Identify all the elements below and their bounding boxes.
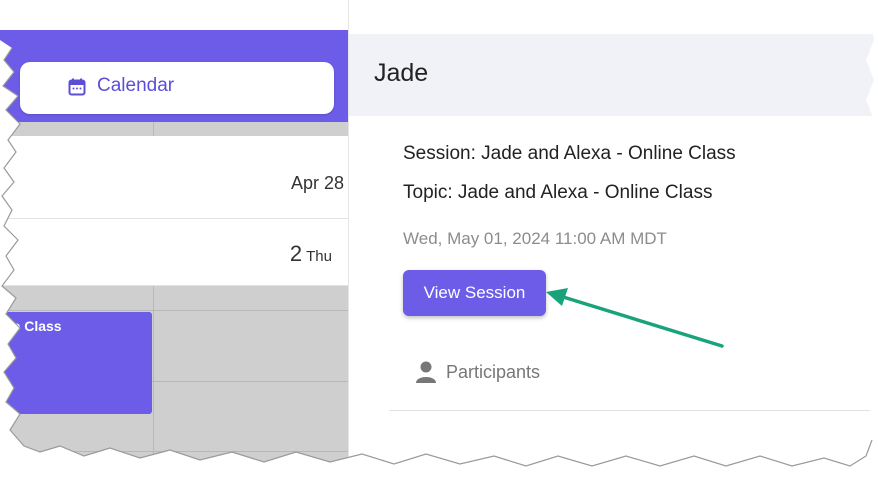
day-name: Thu bbox=[306, 248, 332, 265]
annotation-arrow bbox=[546, 288, 724, 348]
calendar-header-strip bbox=[0, 122, 348, 136]
divider bbox=[389, 410, 878, 411]
participants-label: Participants bbox=[446, 361, 541, 382]
week-label: Apr 28 bbox=[290, 173, 344, 193]
calendar-day-header[interactable]: 2 Thu bbox=[0, 219, 348, 286]
session-panel: Jade Session: Jade and Alexa - Online Cl… bbox=[348, 0, 878, 477]
session-panel-header: Jade bbox=[349, 34, 878, 116]
event-label: ne Class bbox=[4, 318, 62, 334]
calendar-event[interactable]: ne Class bbox=[0, 312, 152, 414]
session-datetime: Wed, May 01, 2024 11:00 AM MDT bbox=[403, 229, 667, 248]
calendar-week-row: Apr 28 bbox=[0, 136, 348, 219]
view-session-button[interactable]: View Session bbox=[403, 270, 546, 316]
participants-link[interactable]: Participants bbox=[415, 360, 540, 384]
calendar-panel: Calendar Apr 28 2 Thu ne Class bbox=[0, 0, 348, 477]
day-heading: 2 Thu bbox=[290, 241, 332, 267]
session-owner-name: Jade bbox=[374, 59, 429, 87]
calendar-tab[interactable]: Calendar bbox=[20, 62, 334, 114]
calendar-icon bbox=[68, 78, 86, 96]
person-icon bbox=[416, 361, 436, 383]
session-topic: Topic: Jade and Alexa - Online Class bbox=[403, 182, 713, 203]
day-number: 2 bbox=[289, 241, 303, 266]
session-title: Session: Jade and Alexa - Online Class bbox=[403, 143, 736, 164]
calendar-tab-label: Calendar bbox=[97, 75, 175, 96]
